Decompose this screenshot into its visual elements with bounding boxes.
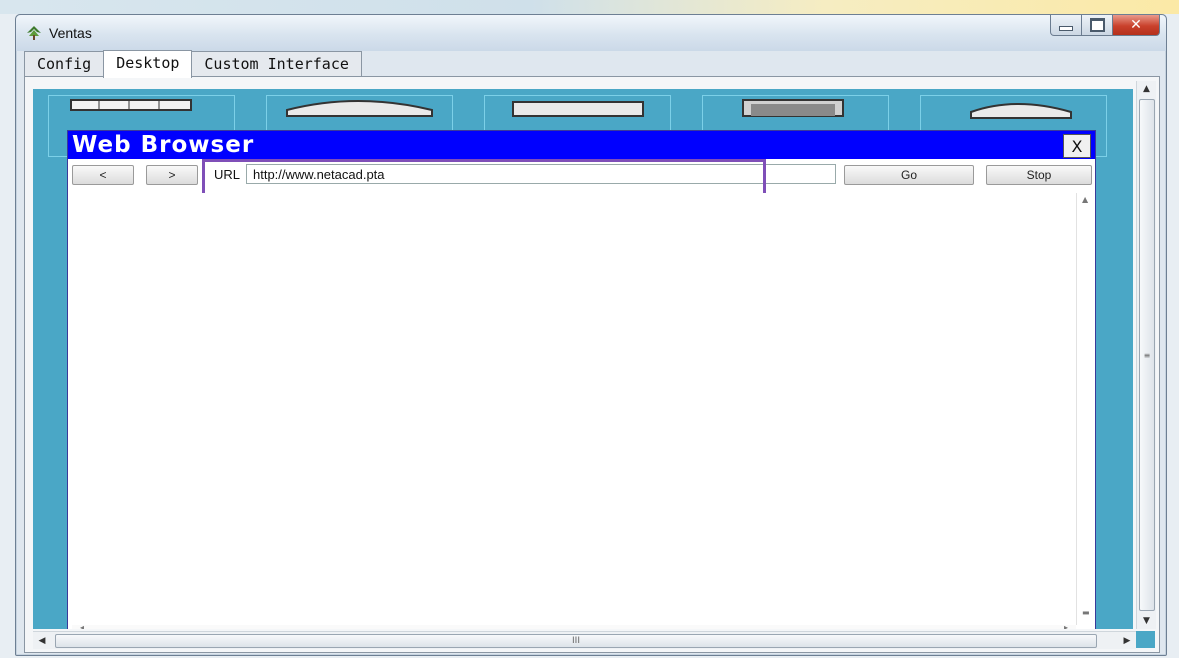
tab-bar: Config Desktop Custom Interface <box>24 50 362 78</box>
scroll-right-icon[interactable]: ▶ <box>1118 632 1136 649</box>
browser-close-button[interactable]: X <box>1063 134 1091 158</box>
scroll-left-icon[interactable]: ◀ <box>33 632 51 649</box>
panel-horizontal-scrollbar[interactable]: ◀ III ▶ <box>33 631 1136 649</box>
stop-button[interactable]: Stop <box>986 165 1092 185</box>
window-controls: ✕ <box>1050 15 1160 36</box>
application-window: Ventas ✕ Config Desktop Custom Interface <box>15 14 1167 656</box>
background-strip <box>0 0 1179 14</box>
close-button[interactable]: ✕ <box>1113 15 1160 36</box>
horizontal-scroll-thumb[interactable]: III <box>55 634 1097 648</box>
tab-custom-interface[interactable]: Custom Interface <box>191 51 362 77</box>
url-input[interactable] <box>246 164 836 184</box>
window-title: Ventas <box>49 25 92 41</box>
url-label: URL <box>214 167 241 182</box>
browser-toolbar: < > URL Go Stop <box>68 159 1095 197</box>
panel-vertical-scrollbar[interactable]: ▲ ≡ ▼ <box>1136 81 1156 629</box>
vertical-scroll-thumb[interactable]: ≡ <box>1139 99 1155 611</box>
scroll-down-icon: ▬ <box>1082 608 1090 617</box>
go-button[interactable]: Go <box>844 165 974 185</box>
close-icon: ✕ <box>1130 17 1142 33</box>
window-titlebar[interactable]: Ventas ✕ <box>16 15 1166 51</box>
browser-horizontal-scrollbar[interactable]: ◂ ▸ <box>72 623 1076 629</box>
scroll-corner <box>1136 631 1155 648</box>
tree-icon <box>27 26 41 40</box>
scroll-right-icon: ▸ <box>1063 623 1068 629</box>
maximize-icon <box>1089 18 1105 32</box>
web-browser-window: Web Browser X < > URL Go Stop ▲ ▬ <box>67 130 1096 629</box>
scroll-down-icon[interactable]: ▼ <box>1137 613 1156 629</box>
browser-vertical-scrollbar[interactable]: ▲ ▬ <box>1076 193 1095 625</box>
tab-desktop[interactable]: Desktop <box>103 50 193 78</box>
scroll-up-icon[interactable]: ▲ <box>1137 81 1156 97</box>
browser-content-area[interactable] <box>72 193 1076 625</box>
desktop-area: Web Browser X < > URL Go Stop ▲ ▬ <box>33 89 1133 629</box>
tab-config[interactable]: Config <box>24 51 105 77</box>
back-button[interactable]: < <box>72 165 134 185</box>
desktop-tab-panel: Web Browser X < > URL Go Stop ▲ ▬ <box>24 76 1160 653</box>
web-browser-title: Web Browser <box>72 132 255 158</box>
maximize-button[interactable] <box>1082 15 1113 36</box>
minimize-button[interactable] <box>1050 15 1082 36</box>
scroll-up-icon: ▲ <box>1082 195 1089 204</box>
web-browser-titlebar[interactable]: Web Browser X <box>68 131 1095 159</box>
forward-button[interactable]: > <box>146 165 198 185</box>
scroll-left-icon: ◂ <box>80 623 85 629</box>
minimize-icon <box>1059 25 1073 31</box>
